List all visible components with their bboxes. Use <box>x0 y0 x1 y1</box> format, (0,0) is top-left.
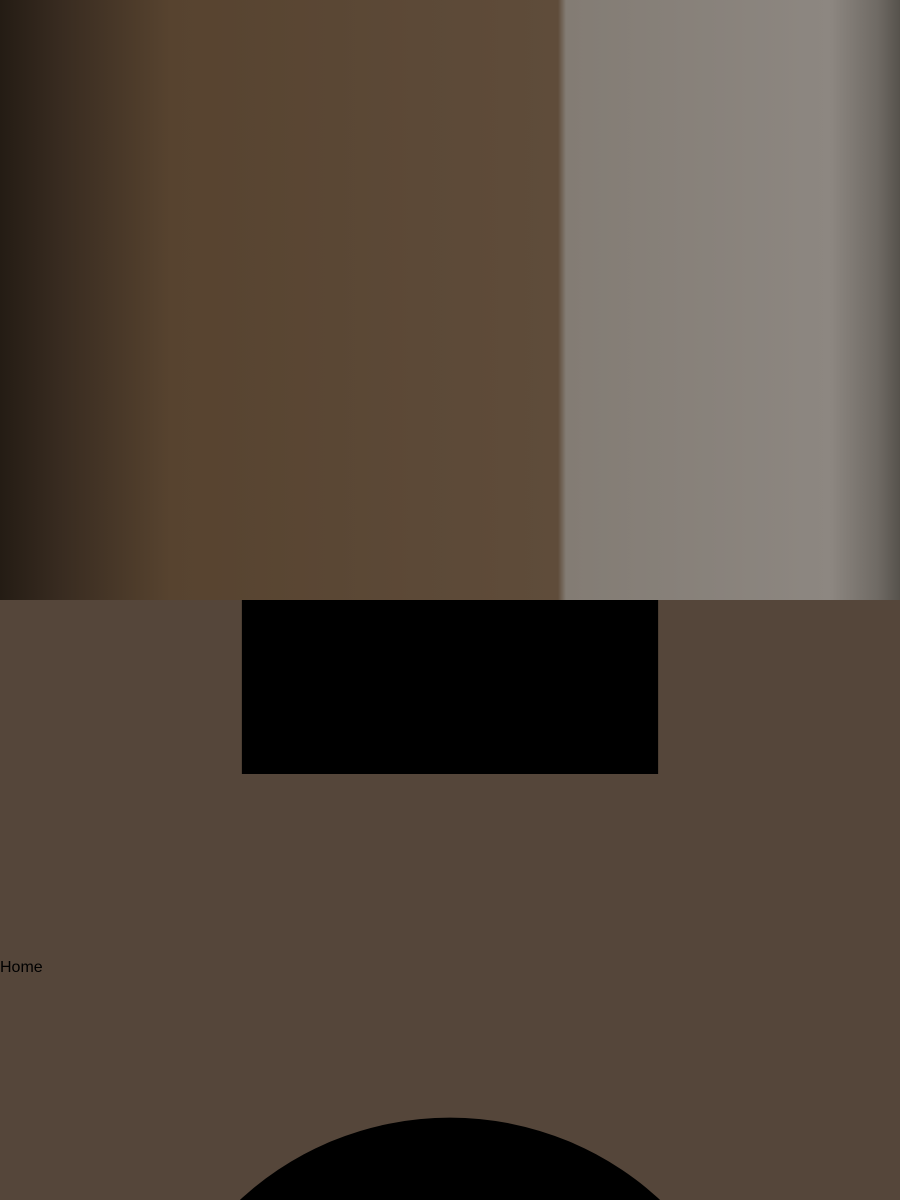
insights-icon <box>0 977 900 1200</box>
sidebar-item-insights[interactable]: Insights <box>0 977 900 1200</box>
photo-background <box>0 0 900 600</box>
sidebar-item-label: Home <box>0 959 43 976</box>
background-top-strip <box>0 0 900 18</box>
